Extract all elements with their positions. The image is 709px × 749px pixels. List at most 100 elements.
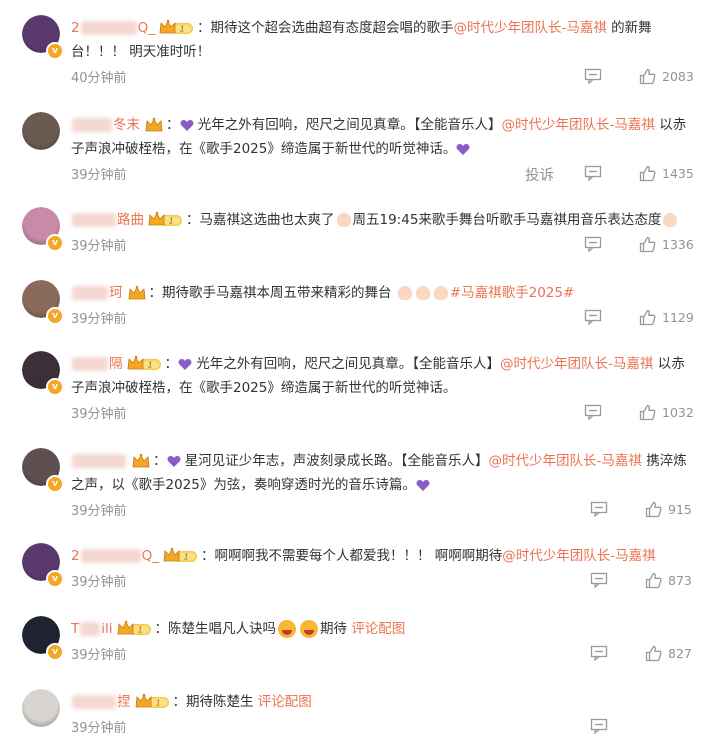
mention-link[interactable]: @时代少年团队长-马嘉祺: [489, 453, 642, 469]
comment-text: ：: [164, 356, 179, 372]
svg-text:1: 1: [137, 626, 141, 635]
comment-text: 星河见证少年志，声波刻录成长路。【全能音乐人】: [180, 453, 489, 469]
laugh-emoji-icon: [300, 620, 319, 638]
purple-heart-icon: [180, 117, 194, 133]
reply-button[interactable]: [584, 68, 602, 84]
purple-heart-icon: [416, 477, 430, 493]
clap-emoji-icon: [397, 286, 412, 300]
comment-icon: [584, 68, 602, 84]
comment-text: ：期待这个超会选曲超有态度超会唱的歌手: [196, 20, 454, 36]
svg-text:1: 1: [180, 25, 184, 34]
fan-level-crown-icon[interactable]: 1: [117, 620, 153, 638]
like-button[interactable]: 827: [645, 645, 692, 662]
clap-emoji-icon: [433, 286, 448, 300]
verified-v-badge-icon: v: [46, 234, 64, 252]
fan-level-crown-icon[interactable]: [144, 116, 164, 134]
report-button[interactable]: 投诉: [525, 164, 554, 185]
like-button[interactable]: 1336: [639, 236, 694, 253]
timestamp: 40分钟前: [71, 71, 127, 86]
timestamp: 39分钟前: [71, 407, 127, 422]
redacted-username: [72, 213, 116, 227]
fan-level-crown-icon[interactable]: [131, 452, 151, 470]
username-link[interactable]: 捏: [71, 694, 131, 710]
like-button[interactable]: 1435: [639, 165, 694, 182]
username-link[interactable]: 珂: [71, 285, 123, 301]
mention-link[interactable]: @时代少年团队长-马嘉祺: [502, 117, 655, 133]
mention-link[interactable]: @时代少年团队长-马嘉祺: [500, 356, 653, 372]
username-link[interactable]: [71, 453, 127, 469]
comment-icon: [584, 236, 602, 252]
like-button[interactable]: 1129: [639, 309, 694, 326]
purple-heart-icon: [456, 141, 470, 157]
comment-icon: [584, 309, 602, 325]
username-link[interactable]: 路曲: [71, 212, 144, 228]
redacted-username: [80, 549, 141, 563]
like-count: 1435: [662, 166, 694, 181]
reply-button[interactable]: [590, 645, 608, 661]
comment-body: 路曲 1 ：马嘉祺这选曲也太爽了 周五19:45来歌手舞台听歌手马嘉祺用音乐表达态度: [71, 208, 693, 232]
redacted-username: [72, 454, 126, 468]
fan-level-crown-icon[interactable]: 1: [163, 547, 199, 565]
comment-text: ：马嘉祺这选曲也太爽了: [186, 212, 335, 228]
clap-emoji-icon: [663, 213, 678, 227]
comment-icon: [590, 572, 608, 588]
comment-body: 捏 1 ：期待陈楚生 评论配图: [71, 690, 693, 714]
fan-level-crown-icon[interactable]: 1: [159, 19, 195, 37]
like-count: 873: [668, 573, 692, 588]
reply-button[interactable]: [590, 572, 608, 588]
mention-link[interactable]: @时代少年团队长-马嘉祺: [453, 20, 606, 36]
comment-icon: [590, 645, 608, 661]
verified-v-badge-icon: v: [46, 643, 64, 661]
comment-text: ：期待歌手马嘉祺本周五带来精彩的舞台: [148, 285, 396, 301]
mention-link[interactable]: 评论配图: [351, 621, 405, 637]
username-link[interactable]: 隔: [71, 356, 123, 372]
reply-button[interactable]: [590, 718, 608, 734]
laugh-emoji-icon: [278, 620, 297, 638]
reply-button[interactable]: [584, 165, 602, 181]
like-button[interactable]: 2083: [639, 68, 694, 85]
comment-text: ：啊啊啊我不需要每个人都爱我！！！ 啊啊啊期待: [200, 548, 503, 564]
fan-level-crown-icon[interactable]: 1: [127, 355, 163, 373]
purple-heart-icon: [167, 453, 181, 469]
mention-link[interactable]: 评论配图: [258, 694, 312, 710]
timestamp: 39分钟前: [71, 575, 127, 590]
clap-emoji-icon: [415, 286, 430, 300]
like-button[interactable]: 1032: [639, 404, 694, 421]
like-count: 1032: [662, 405, 694, 420]
fan-level-crown-icon[interactable]: 1: [148, 211, 184, 229]
fan-level-crown-icon[interactable]: 1: [135, 693, 171, 711]
redacted-username: [72, 695, 116, 709]
verified-v-badge-icon: v: [46, 42, 64, 60]
avatar[interactable]: [22, 112, 60, 150]
verified-v-badge-icon: v: [46, 307, 64, 325]
timestamp: 39分钟前: [71, 504, 127, 519]
mention-link[interactable]: @时代少年团队长-马嘉祺: [502, 548, 655, 564]
fan-level-crown-icon[interactable]: [127, 284, 147, 302]
reply-button[interactable]: [584, 309, 602, 325]
comment-text: ：期待陈楚生: [172, 694, 258, 710]
reply-button[interactable]: [584, 404, 602, 420]
reply-button[interactable]: [590, 501, 608, 517]
clap-emoji-icon: [336, 213, 351, 227]
reply-button[interactable]: [584, 236, 602, 252]
thumbs-up-icon: [639, 236, 656, 253]
username-link[interactable]: 2 Q_: [71, 20, 155, 36]
timestamp: 39分钟前: [71, 721, 127, 736]
username-link[interactable]: Tili: [71, 621, 113, 637]
thumbs-up-icon: [639, 68, 656, 85]
comment-body: 隔 1： 光年之外有回响，咫尺之间见真章。【全能音乐人】@时代少年团队长-马嘉祺 …: [71, 352, 693, 400]
mention-link[interactable]: #马嘉祺歌手2025#: [450, 285, 574, 301]
like-count: 1336: [662, 237, 694, 252]
like-count: 1129: [662, 310, 694, 325]
svg-text:1: 1: [169, 217, 173, 226]
username-link[interactable]: 2 Q_: [71, 548, 159, 564]
avatar[interactable]: [22, 689, 60, 727]
thumbs-up-icon: [639, 309, 656, 326]
comment-body: ： 星河见证少年志，声波刻录成长路。【全能音乐人】@时代少年团队长-马嘉祺 携淬…: [71, 449, 693, 497]
comment-body: Tili 1 ：陈楚生唱凡人诀吗 期待 评论配图: [71, 617, 693, 641]
comment-icon: [590, 718, 608, 734]
comment-body: 2 Q_ 1 ：期待这个超会选曲超有态度超会唱的歌手@时代少年团队长-马嘉祺 的新舞台…: [71, 16, 693, 64]
like-button[interactable]: 873: [645, 572, 692, 589]
like-button[interactable]: 915: [645, 501, 692, 518]
username-link[interactable]: 冬末: [71, 117, 140, 133]
